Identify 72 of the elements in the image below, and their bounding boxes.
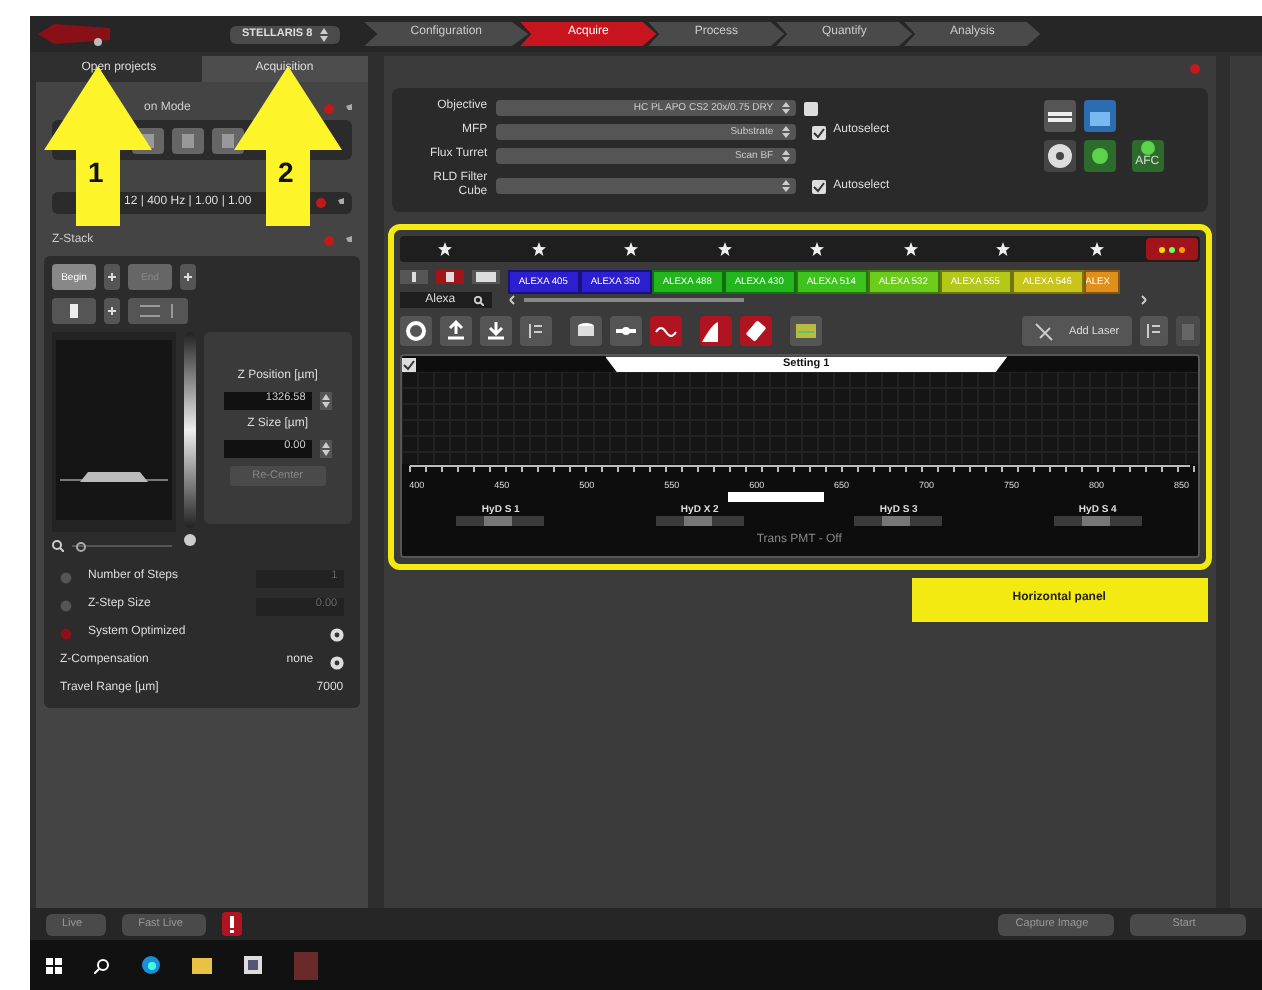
star-icon xyxy=(717,242,732,257)
stack-icon[interactable] xyxy=(569,316,602,347)
palette-icon[interactable] xyxy=(789,316,822,347)
folder-icon[interactable] xyxy=(192,957,212,973)
radio-button[interactable] xyxy=(60,600,72,612)
camera-icon[interactable] xyxy=(1083,100,1116,132)
filter-icon[interactable] xyxy=(1043,100,1076,132)
search-icon[interactable] xyxy=(94,957,110,973)
detector-range[interactable] xyxy=(456,515,545,526)
scroll-bar[interactable] xyxy=(507,294,1148,307)
spinner-icon xyxy=(781,150,790,162)
settings-icon[interactable] xyxy=(803,101,818,115)
view-toggle[interactable] xyxy=(399,270,428,285)
spinner-icon xyxy=(781,126,790,138)
spinner-icon[interactable] xyxy=(319,440,332,459)
status-dot xyxy=(1189,64,1200,74)
spinner-icon xyxy=(781,180,790,193)
add-icon[interactable] xyxy=(104,298,120,324)
zoom-slider[interactable] xyxy=(72,540,172,552)
detector-range[interactable] xyxy=(1053,515,1142,526)
search-icon xyxy=(473,295,484,306)
star-icon xyxy=(1089,242,1104,257)
star-icon xyxy=(810,242,825,257)
radio-button[interactable] xyxy=(60,628,72,640)
alert-icon[interactable] xyxy=(222,912,243,936)
star-icon xyxy=(438,242,453,257)
upload-icon[interactable] xyxy=(439,316,472,347)
leaf-icon xyxy=(1139,140,1156,156)
histogram-icon[interactable] xyxy=(699,316,732,347)
spinner-icon xyxy=(320,27,329,41)
download-icon[interactable] xyxy=(479,316,512,347)
light-icon[interactable] xyxy=(52,298,96,324)
mode-icon[interactable] xyxy=(172,127,204,153)
sequence-slot[interactable] xyxy=(1145,238,1198,261)
view-toggle[interactable] xyxy=(471,270,500,285)
detector-range[interactable] xyxy=(854,515,943,526)
autoselect-checkbox[interactable] xyxy=(811,125,826,139)
callout-number: 1 xyxy=(88,158,104,186)
dots-icon xyxy=(1157,245,1186,254)
status-dot xyxy=(315,198,326,208)
autoselect-checkbox[interactable] xyxy=(811,179,826,194)
star-icon xyxy=(996,242,1011,257)
detector-range[interactable] xyxy=(655,515,744,526)
list-icon[interactable] xyxy=(519,316,552,347)
browser-icon[interactable] xyxy=(142,956,160,974)
ring-icon[interactable] xyxy=(399,316,432,347)
pin-icon[interactable] xyxy=(333,197,344,209)
spinner-icon[interactable] xyxy=(319,392,332,410)
laser-icon xyxy=(1033,321,1054,342)
list-icon[interactable] xyxy=(1139,316,1168,347)
stage-icon[interactable] xyxy=(1083,140,1116,172)
wheel-icon[interactable] xyxy=(1043,140,1076,172)
pin-icon[interactable] xyxy=(341,235,352,247)
view-toggle[interactable] xyxy=(435,270,464,285)
slider-thumb[interactable] xyxy=(76,541,87,551)
setting-checkbox[interactable] xyxy=(401,357,416,372)
eraser-icon[interactable] xyxy=(739,316,772,347)
mode-icon[interactable] xyxy=(212,127,244,153)
star-icon xyxy=(531,242,546,257)
status-dot xyxy=(323,104,334,114)
zoom-icon[interactable] xyxy=(52,540,64,552)
callout-number: 2 xyxy=(278,158,294,186)
radio-button[interactable] xyxy=(60,572,72,584)
windows-icon[interactable] xyxy=(46,957,62,973)
spinner-icon xyxy=(781,102,790,114)
add-icon[interactable] xyxy=(104,264,120,290)
star-icon xyxy=(624,242,639,257)
star-icon xyxy=(903,242,918,257)
app-icon[interactable] xyxy=(244,956,262,974)
wave-icon[interactable] xyxy=(649,316,682,347)
add-icon[interactable] xyxy=(180,264,196,290)
status-dot xyxy=(323,236,334,246)
